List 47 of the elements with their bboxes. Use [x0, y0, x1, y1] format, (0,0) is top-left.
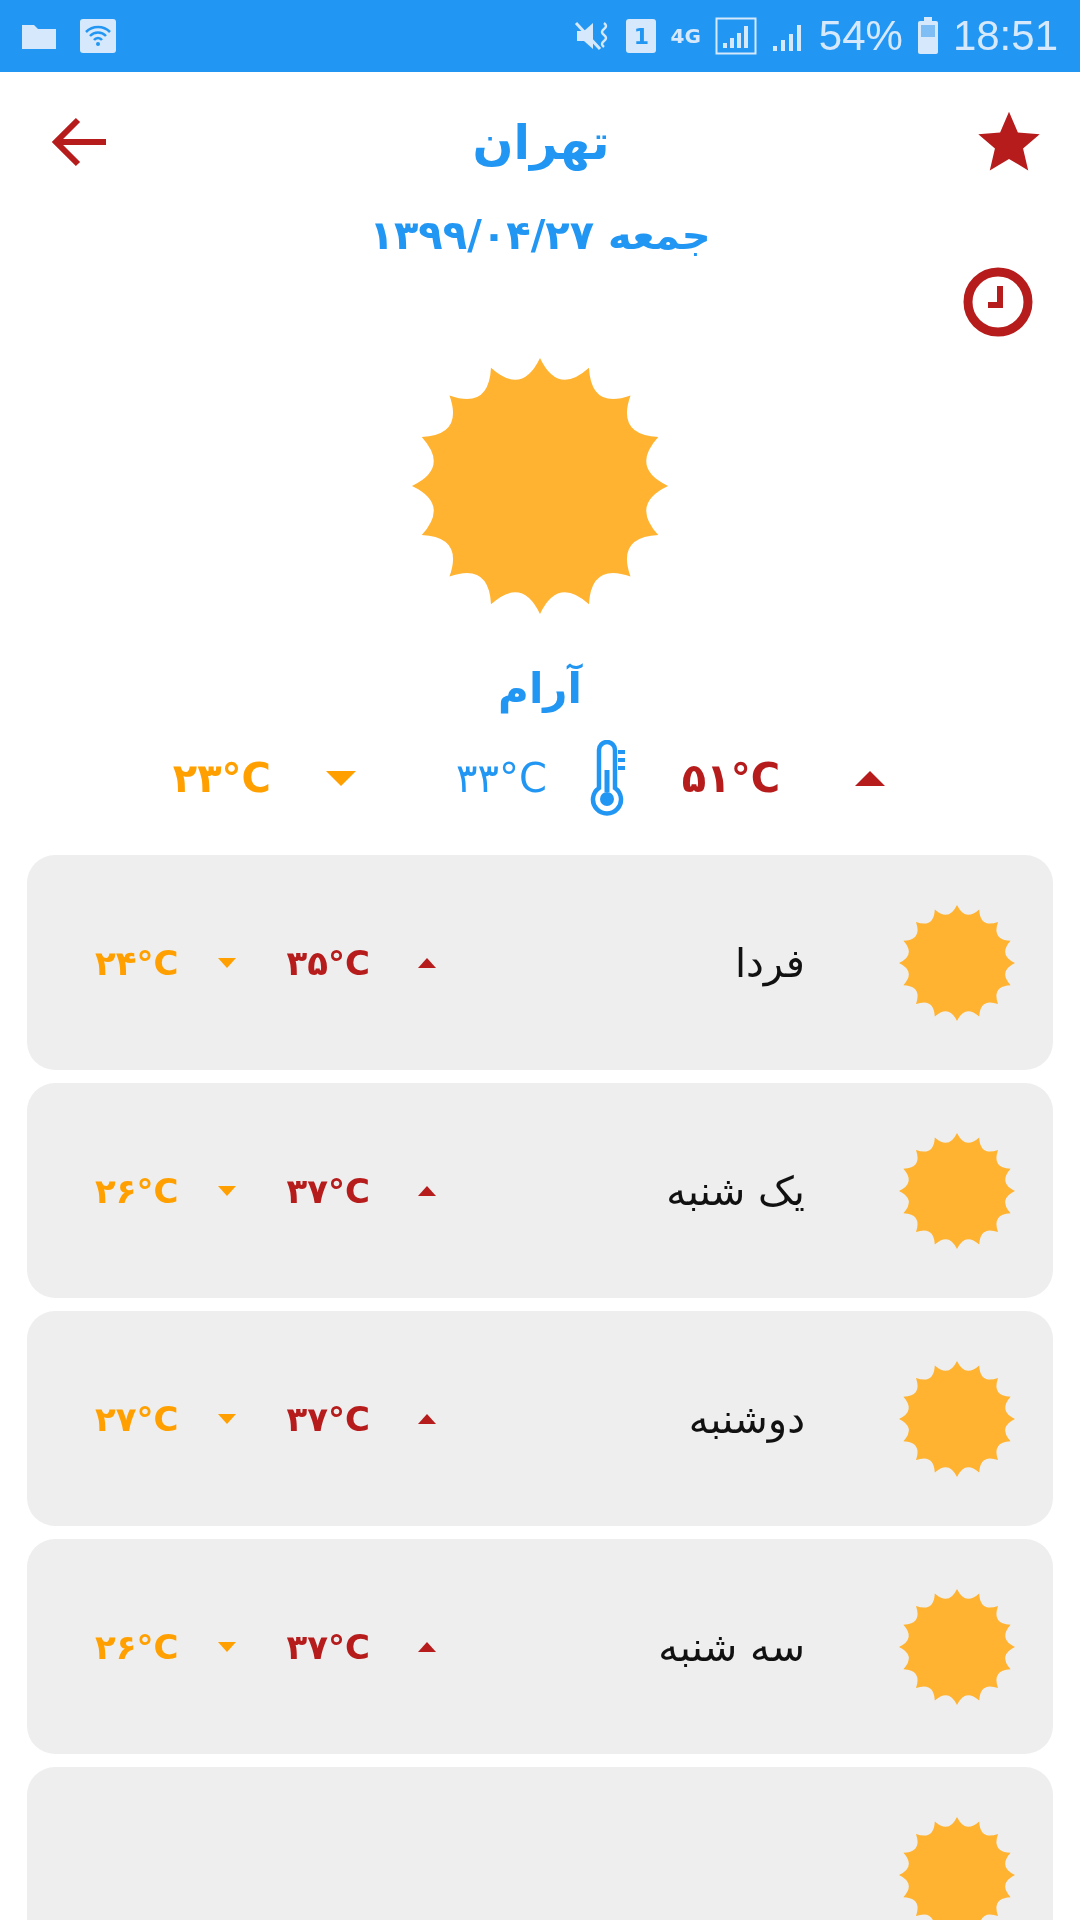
- max-temperature: ۵۱°C: [681, 755, 780, 801]
- max-temperature: ۳۷°C: [286, 1170, 370, 1211]
- sim-badge: 1: [626, 19, 657, 53]
- triangle-down-icon: [218, 1413, 237, 1424]
- max-temperature: ۳۷°C: [286, 1398, 370, 1439]
- triangle-up-icon: [855, 770, 885, 786]
- triangle-down-icon: [218, 1641, 237, 1652]
- day-name: فردا: [733, 939, 805, 986]
- min-temperature: ۲۶°C: [95, 1626, 179, 1667]
- date-label: جمعه ۱۳۹۹/۰۴/۲۷: [368, 212, 712, 258]
- triangle-up-icon: [417, 957, 436, 968]
- city-title: تهران: [472, 114, 610, 170]
- min-temperature: ۲۷°C: [95, 1398, 179, 1439]
- sun-icon: [412, 358, 668, 614]
- triangle-up-icon: [417, 1185, 436, 1196]
- current-temperature: ۳۳°C: [455, 755, 547, 801]
- min-temperature: ۲۴°C: [95, 942, 179, 983]
- forecast-card[interactable]: دوشنبه ۳۷°C ۲۷°C: [27, 1311, 1053, 1526]
- max-temperature: ۳۵°C: [286, 942, 370, 983]
- min-temperature: ۲۶°C: [95, 1170, 179, 1211]
- sun-icon: [899, 1132, 1015, 1249]
- sun-icon: [899, 904, 1015, 1021]
- condition-label: آرام: [497, 664, 584, 713]
- forecast-card[interactable]: یک شنبه ۳۷°C ۲۶°C: [27, 1083, 1053, 1298]
- triangle-up-icon: [417, 1641, 436, 1652]
- triangle-down-icon: [218, 1185, 237, 1196]
- battery-percent: 54%: [818, 12, 903, 60]
- triangle-up-icon: [417, 1413, 436, 1424]
- back-button[interactable]: [50, 117, 108, 167]
- sun-icon: [899, 1588, 1015, 1705]
- forecast-card[interactable]: فردا ۳۵°C ۲۴°C: [27, 855, 1053, 1070]
- day-name: یک شنبه: [665, 1167, 805, 1214]
- triangle-down-icon: [325, 770, 356, 786]
- forecast-card[interactable]: سه شنبه ۳۷°C ۲۶°C: [27, 1539, 1053, 1754]
- clock-time: 18:51: [952, 12, 1058, 60]
- battery-icon: [916, 17, 939, 55]
- sun-icon: [899, 1360, 1015, 1477]
- day-name: سه شنبه: [657, 1623, 805, 1670]
- network-label: 4G: [670, 24, 701, 48]
- signal-icon: [714, 17, 757, 55]
- triangle-down-icon: [218, 957, 237, 968]
- wifi-icon: [80, 19, 116, 53]
- history-button[interactable]: [962, 266, 1034, 338]
- max-temperature: ۳۷°C: [286, 1626, 370, 1667]
- day-name: دوشنبه: [687, 1395, 805, 1442]
- sun-icon: [899, 1817, 1015, 1920]
- min-temperature: ۲۳°C: [172, 755, 271, 801]
